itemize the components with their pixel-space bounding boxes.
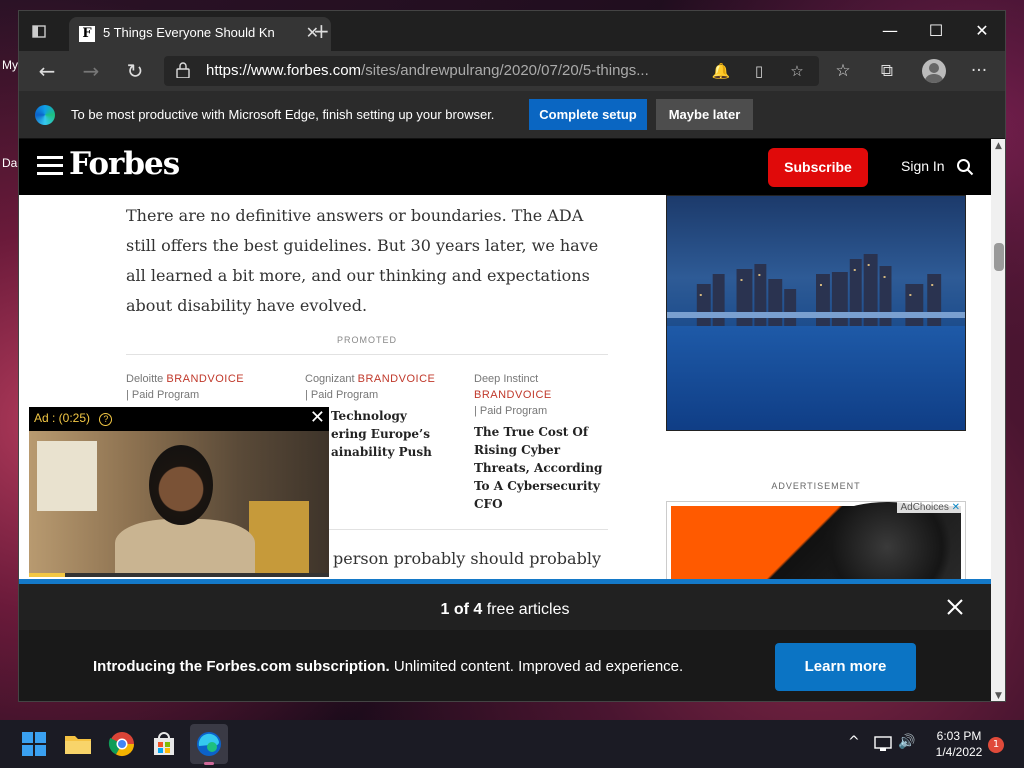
url-path: /sites/andrewpulrang/2020/07/20/5-things… xyxy=(361,62,649,79)
profile-avatar[interactable] xyxy=(922,59,946,83)
browser-toolbar: ← → ↻ https://www.forbes.com/sites/andre… xyxy=(19,51,1005,91)
desktop-icon-label[interactable]: Da xyxy=(2,156,17,170)
paywall-close-icon[interactable] xyxy=(945,597,965,617)
sign-in-link[interactable]: Sign In xyxy=(901,158,945,174)
city-skyline xyxy=(696,254,942,334)
page-scrollbar[interactable]: ▲ ▼ xyxy=(991,139,1005,701)
taskbar: ^ 🔊 6:03 PM 1/4/2022 1 xyxy=(0,720,1024,768)
city-ad-image[interactable] xyxy=(666,195,966,431)
paywall-banner: 1 of 4 free articles Introducing the For… xyxy=(19,579,991,701)
system-clock[interactable]: 6:03 PM 1/4/2022 xyxy=(930,728,988,760)
forbes-header: Forbes Subscribe Sign In xyxy=(19,139,991,195)
active-app-indicator xyxy=(204,762,214,765)
promo-card-deep-instinct[interactable]: Deep Instinct BRANDVOICE | Paid Program Th… xyxy=(474,371,614,513)
subscribe-button[interactable]: Subscribe xyxy=(768,148,868,187)
video-scene-person-body xyxy=(115,519,255,573)
scroll-down-icon[interactable]: ▼ xyxy=(995,691,1002,701)
new-tab-button[interactable]: + xyxy=(313,21,330,41)
video-close-icon[interactable]: ✕ xyxy=(310,407,325,428)
forbes-favicon-icon: F xyxy=(79,26,95,42)
immersive-reader-icon[interactable]: ▯ xyxy=(747,60,771,82)
video-progress-bar[interactable] xyxy=(29,573,329,577)
video-progress-fill xyxy=(29,573,65,577)
back-arrow-icon[interactable]: ← xyxy=(33,59,61,83)
video-scene-window xyxy=(37,441,97,511)
forward-arrow-icon[interactable]: → xyxy=(77,59,105,83)
address-bar[interactable]: https://www.forbes.com/sites/andrewpulra… xyxy=(164,56,819,86)
adchoices-badge[interactable]: AdChoices ✕ xyxy=(897,502,963,513)
divider xyxy=(126,354,608,355)
forbes-logo[interactable]: Forbes xyxy=(69,146,180,182)
refresh-icon[interactable]: ↻ xyxy=(121,59,149,83)
search-icon[interactable] xyxy=(956,158,974,176)
clock-time: 6:03 PM xyxy=(936,729,982,743)
bridge xyxy=(667,312,965,318)
volume-icon[interactable]: 🔊 xyxy=(898,734,915,750)
maximize-button[interactable]: ☐ xyxy=(913,17,959,45)
maybe-later-button[interactable]: Maybe later xyxy=(656,99,753,130)
windows-start-icon[interactable] xyxy=(18,728,50,760)
water xyxy=(667,326,965,430)
video-ad-timer: Ad : (0:25) ? xyxy=(34,411,113,426)
url-text[interactable]: https://www.forbes.com/sites/andrewpulra… xyxy=(206,62,649,79)
lock-icon xyxy=(176,62,190,78)
minimize-button[interactable]: — xyxy=(867,17,913,45)
promo-sponsor: Cognizant BRANDVOICE | Paid Program xyxy=(305,373,436,401)
favorites-icon[interactable]: ☆ xyxy=(829,59,857,83)
edge-icon[interactable] xyxy=(193,728,225,760)
advertisement-label: ADVERTISEMENT xyxy=(771,481,861,491)
edge-setup-infobar: To be most productive with Microsoft Edg… xyxy=(19,91,1005,139)
file-explorer-icon[interactable] xyxy=(62,728,94,760)
paywall-count-bar: 1 of 4 free articles xyxy=(19,584,991,630)
tab-forbes-article[interactable]: F 5 Things Everyone Should Know ✕ xyxy=(69,17,331,51)
add-favorite-icon[interactable]: ☆ xyxy=(785,60,809,82)
promo-card-deloitte[interactable]: Deloitte BRANDVOICE | Paid Program xyxy=(126,371,266,407)
tab-bar: F 5 Things Everyone Should Know ✕ + — ☐ … xyxy=(19,11,1005,51)
browser-window: F 5 Things Everyone Should Know ✕ + — ☐ … xyxy=(18,10,1006,702)
article-paragraph: There are no definitive answers or bound… xyxy=(126,206,599,315)
clock-date: 1/4/2022 xyxy=(935,745,983,759)
subscription-intro: Introducing the Forbes.com subscription.… xyxy=(93,658,684,675)
help-icon[interactable]: ? xyxy=(99,413,113,426)
tab-actions-icon[interactable] xyxy=(27,23,51,47)
edge-logo-icon xyxy=(35,105,55,125)
ad-figure xyxy=(807,502,965,590)
video-scene-chair xyxy=(249,501,309,573)
close-window-button[interactable]: ✕ xyxy=(959,17,1005,45)
article-continuation: person probably should probably xyxy=(333,549,601,568)
notification-badge[interactable]: 1 xyxy=(988,737,1004,753)
desktop-icon-label[interactable]: My xyxy=(2,58,18,72)
more-menu-icon[interactable]: ··· xyxy=(965,59,993,83)
video-ad-player[interactable]: Ad : (0:25) ? ✕ xyxy=(29,407,329,577)
promoted-label: PROMOTED xyxy=(336,335,397,345)
microsoft-store-icon[interactable] xyxy=(148,728,180,760)
network-icon[interactable] xyxy=(874,736,892,752)
url-host: https://www.forbes.com xyxy=(206,62,362,79)
promo-sponsor: Deloitte BRANDVOICE | Paid Program xyxy=(126,373,245,401)
chrome-icon[interactable] xyxy=(106,728,138,760)
promo-sponsor: Deep Instinct BRANDVOICE | Paid Program xyxy=(474,373,552,417)
video-ad-header: Ad : (0:25) ? ✕ xyxy=(29,407,329,431)
complete-setup-button[interactable]: Complete setup xyxy=(529,99,647,130)
collections-icon[interactable]: ⧉ xyxy=(873,59,901,83)
tab-title: 5 Things Everyone Should Know xyxy=(103,25,275,40)
portrait-ad-image[interactable]: AdChoices ✕ xyxy=(666,501,966,591)
hamburger-menu-icon[interactable] xyxy=(37,156,63,176)
notification-blocked-icon[interactable]: 🔔 xyxy=(709,60,733,82)
infobar-message: To be most productive with Microsoft Edg… xyxy=(71,107,495,122)
video-frame[interactable] xyxy=(29,431,329,573)
adchoices-close-icon[interactable]: ✕ xyxy=(952,502,960,513)
page-viewport: Forbes Subscribe Sign In There are no de… xyxy=(19,139,991,701)
learn-more-button[interactable]: Learn more xyxy=(775,643,916,691)
show-hidden-icons-icon[interactable]: ^ xyxy=(848,734,860,750)
scroll-up-icon[interactable]: ▲ xyxy=(995,141,1002,151)
video-scene-person-head xyxy=(149,445,213,525)
free-articles-count: 1 of 4 free articles xyxy=(440,601,570,618)
scroll-thumb[interactable] xyxy=(994,243,1004,271)
promo-title[interactable]: The True Cost Of Rising Cyber Threats, A… xyxy=(474,423,614,513)
